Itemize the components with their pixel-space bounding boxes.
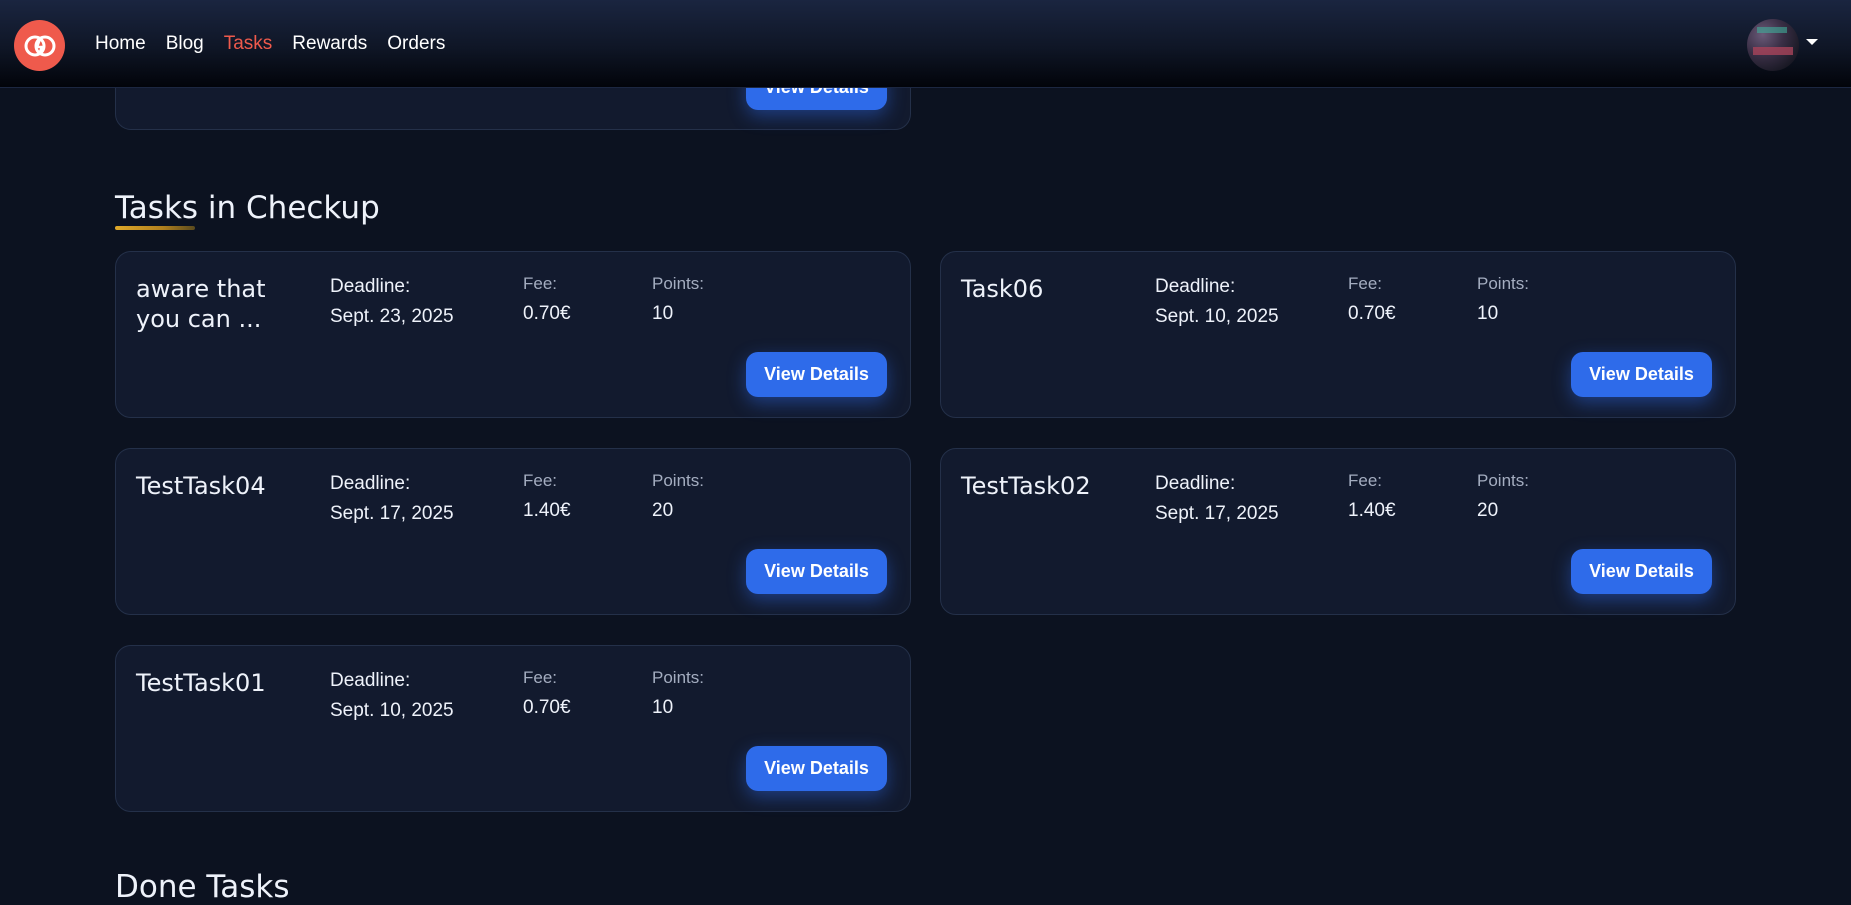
chevron-down-icon[interactable] — [1806, 39, 1818, 45]
deadline-value: Sept. 23, 2025 — [330, 306, 454, 327]
points-label: Points: — [1477, 471, 1529, 490]
points-label: Points: — [652, 471, 704, 490]
avatar[interactable] — [1747, 19, 1799, 71]
points-label: Points: — [1477, 274, 1529, 293]
deadline-value: Sept. 17, 2025 — [1155, 503, 1279, 524]
points-value: 20 — [652, 500, 674, 521]
nav-links: Home Blog Tasks Rewards Orders — [95, 0, 445, 88]
task-title: TestTask04 — [136, 472, 266, 500]
points-value: 10 — [1477, 303, 1499, 324]
points-label: Points: — [652, 274, 704, 293]
fee-label: Fee: — [1348, 471, 1383, 490]
fee-label: Fee: — [1348, 274, 1383, 293]
task-title: Task06 — [961, 275, 1044, 303]
points-value: 10 — [652, 303, 674, 324]
fee-value: 0.70€ — [523, 303, 571, 324]
deadline-label: Deadline: — [330, 670, 411, 691]
nav-link-orders[interactable]: Orders — [387, 33, 445, 55]
deadline-label: Deadline: — [1155, 276, 1236, 297]
view-details-button[interactable]: View Details — [1571, 352, 1712, 397]
task-card: aware that you can ... Deadline: Sept. 2… — [115, 251, 911, 418]
task-title: TestTask02 — [961, 472, 1091, 500]
fee-value: 0.70€ — [1348, 303, 1396, 324]
task-title: aware that you can ... — [136, 275, 266, 333]
fee-value: 1.40€ — [523, 500, 571, 521]
view-details-button[interactable]: View Details — [746, 549, 887, 594]
next-section-title: Done Tasks — [115, 869, 290, 905]
task-card: TestTask04 Deadline: Sept. 17, 2025 Fee:… — [115, 448, 911, 615]
nav-link-rewards[interactable]: Rewards — [292, 33, 367, 55]
fee-value: 1.40€ — [1348, 500, 1396, 521]
deadline-value: Sept. 10, 2025 — [330, 700, 454, 721]
section-title: Tasks in Checkup — [115, 190, 380, 226]
nav-link-home[interactable]: Home — [95, 33, 146, 55]
view-details-button[interactable]: View Details — [746, 746, 887, 791]
deadline-label: Deadline: — [330, 473, 411, 494]
points-value: 10 — [652, 697, 674, 718]
points-value: 20 — [1477, 500, 1499, 521]
view-details-button[interactable]: View Details — [1571, 549, 1712, 594]
fee-label: Fee: — [523, 471, 558, 490]
task-card: Task06 Deadline: Sept. 10, 2025 Fee: 0.7… — [940, 251, 1736, 418]
view-details-button[interactable]: View Details — [746, 352, 887, 397]
nav-link-tasks[interactable]: Tasks — [224, 33, 273, 55]
fee-label: Fee: — [523, 274, 558, 293]
task-card: TestTask02 Deadline: Sept. 17, 2025 Fee:… — [940, 448, 1736, 615]
points-label: Points: — [652, 668, 704, 687]
deadline-label: Deadline: — [330, 276, 411, 297]
deadline-label: Deadline: — [1155, 473, 1236, 494]
fee-value: 0.70€ — [523, 697, 571, 718]
fee-label: Fee: — [523, 668, 558, 687]
navbar: Home Blog Tasks Rewards Orders — [0, 0, 1851, 88]
section-title-underline — [115, 226, 195, 230]
task-card: TestTask01 Deadline: Sept. 10, 2025 Fee:… — [115, 645, 911, 812]
deadline-value: Sept. 17, 2025 — [330, 503, 454, 524]
nav-link-blog[interactable]: Blog — [166, 33, 204, 55]
deadline-value: Sept. 10, 2025 — [1155, 306, 1279, 327]
task-title: TestTask01 — [136, 669, 266, 697]
logo-icon[interactable] — [14, 20, 65, 71]
